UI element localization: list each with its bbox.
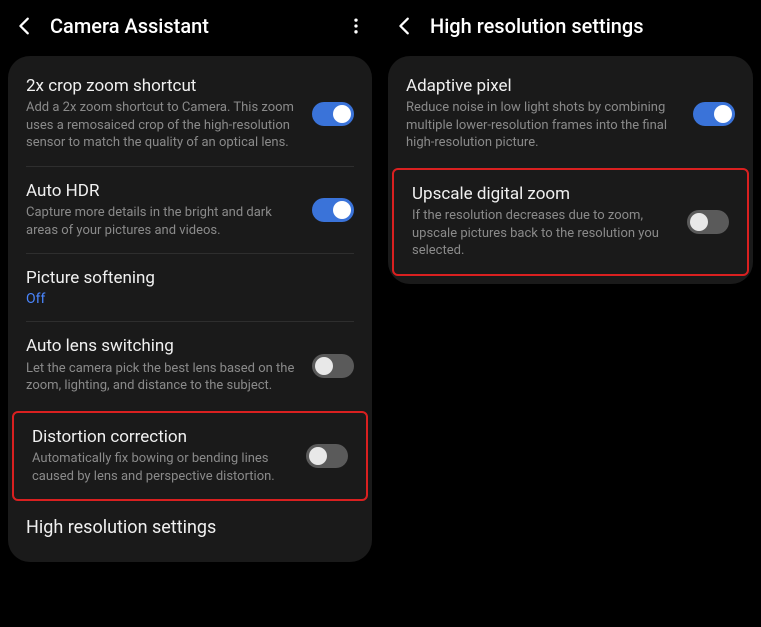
toggle-auto-lens-switching[interactable] [312, 354, 354, 378]
screen-camera-assistant: Camera Assistant 2x crop zoom shortcut A… [0, 0, 380, 627]
item-title: High resolution settings [26, 517, 354, 540]
back-icon[interactable] [14, 15, 36, 37]
item-title: Auto HDR [26, 181, 300, 202]
toggle-auto-hdr[interactable] [312, 198, 354, 222]
back-icon[interactable] [394, 15, 416, 37]
highlight-distortion-correction: Distortion correction Automatically fix … [12, 411, 368, 501]
header: High resolution settings [380, 0, 761, 56]
item-text: Distortion correction Automatically fix … [32, 427, 294, 485]
toggle-distortion-correction[interactable] [306, 444, 348, 468]
page-title: Camera Assistant [50, 14, 332, 38]
item-status: Off [26, 291, 354, 307]
header: Camera Assistant [0, 0, 380, 56]
item-title: 2x crop zoom shortcut [26, 76, 300, 97]
settings-card: Adaptive pixel Reduce noise in low light… [388, 56, 753, 284]
item-desc: Let the camera pick the best lens based … [26, 360, 300, 395]
item-desc: Reduce noise in low light shots by combi… [406, 99, 681, 152]
item-text: High resolution settings [26, 517, 354, 542]
item-auto-lens-switching[interactable]: Auto lens switching Let the camera pick … [8, 322, 372, 408]
item-desc: Automatically fix bowing or bending line… [32, 450, 294, 485]
item-title: Picture softening [26, 268, 354, 289]
item-upscale-digital-zoom[interactable]: Upscale digital zoom If the resolution d… [394, 170, 747, 274]
item-text: Adaptive pixel Reduce noise in low light… [406, 76, 681, 152]
item-adaptive-pixel[interactable]: Adaptive pixel Reduce noise in low light… [388, 62, 753, 166]
item-distortion-correction[interactable]: Distortion correction Automatically fix … [14, 413, 366, 499]
toggle-2x-crop-zoom[interactable] [312, 102, 354, 126]
item-desc: Capture more details in the bright and d… [26, 204, 300, 239]
screen-high-resolution-settings: High resolution settings Adaptive pixel … [380, 0, 761, 627]
item-title: Adaptive pixel [406, 76, 681, 97]
settings-card: 2x crop zoom shortcut Add a 2x zoom shor… [8, 56, 372, 562]
item-2x-crop-zoom[interactable]: 2x crop zoom shortcut Add a 2x zoom shor… [8, 62, 372, 166]
item-high-resolution-settings[interactable]: High resolution settings [8, 503, 372, 556]
item-text: Auto HDR Capture more details in the bri… [26, 181, 300, 239]
item-title: Auto lens switching [26, 336, 300, 357]
page-title: High resolution settings [430, 14, 747, 38]
item-desc: If the resolution decreases due to zoom,… [412, 207, 675, 260]
item-text: Picture softening Off [26, 268, 354, 307]
highlight-upscale-digital-zoom: Upscale digital zoom If the resolution d… [392, 168, 749, 276]
item-title: Upscale digital zoom [412, 184, 675, 205]
item-desc: Add a 2x zoom shortcut to Camera. This z… [26, 99, 300, 152]
item-auto-hdr[interactable]: Auto HDR Capture more details in the bri… [8, 167, 372, 253]
item-picture-softening[interactable]: Picture softening Off [8, 254, 372, 321]
item-title: Distortion correction [32, 427, 294, 448]
toggle-adaptive-pixel[interactable] [693, 102, 735, 126]
item-text: Upscale digital zoom If the resolution d… [412, 184, 675, 260]
item-text: Auto lens switching Let the camera pick … [26, 336, 300, 394]
more-icon[interactable] [346, 16, 366, 36]
item-text: 2x crop zoom shortcut Add a 2x zoom shor… [26, 76, 300, 152]
toggle-upscale-digital-zoom[interactable] [687, 210, 729, 234]
